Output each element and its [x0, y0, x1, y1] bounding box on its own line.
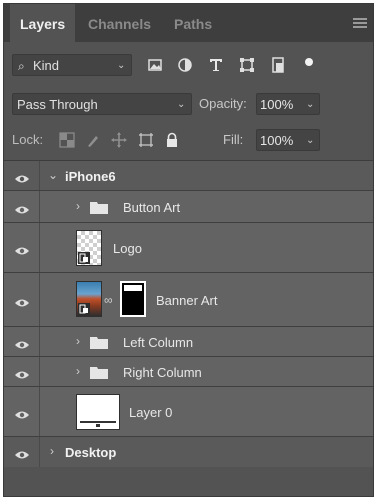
chevron-right-icon[interactable]: › — [76, 334, 80, 348]
layer-name: Button Art — [123, 200, 181, 215]
lock-transparent-pixels-icon[interactable] — [58, 131, 76, 149]
layer-thumbnail — [76, 281, 102, 317]
chevron-down-icon: ⌄ — [306, 99, 315, 110]
chevron-down-icon: ⌄ — [117, 60, 126, 71]
opacity-label: Opacity: — [199, 96, 247, 111]
chevron-down-icon: ⌄ — [177, 99, 186, 110]
smart-object-badge-icon — [78, 303, 90, 315]
tab-channels[interactable]: Channels — [88, 4, 151, 42]
chevron-right-icon[interactable]: › — [76, 199, 80, 213]
shape-filter-icon[interactable] — [236, 54, 258, 76]
layer-name: Right Column — [123, 365, 202, 380]
lock-label: Lock: — [12, 132, 44, 147]
filter-row: ⌕ Kind ⌄ — [12, 52, 367, 80]
smart-object-badge-icon — [78, 252, 90, 264]
lock-all-icon[interactable] — [163, 131, 181, 149]
layer-row-banner-art[interactable]: ∞ Banner Art — [4, 273, 373, 327]
filter-kind-select[interactable]: ⌕ Kind ⌄ — [12, 54, 132, 76]
folder-icon — [90, 336, 108, 349]
layer-row-logo[interactable]: Logo — [4, 223, 373, 273]
eye-icon — [14, 243, 30, 255]
layer-name: Banner Art — [156, 293, 218, 308]
eye-icon — [14, 407, 30, 419]
fill-label: Fill: — [223, 132, 244, 147]
chevron-right-icon[interactable]: › — [76, 364, 80, 378]
tab-layers[interactable]: Layers — [10, 4, 76, 42]
panel-tab-bar: Layers Channels Paths — [4, 4, 373, 42]
link-icon[interactable]: ∞ — [104, 293, 113, 307]
fill-value: 100% — [260, 133, 294, 148]
layer-row-button-art[interactable]: › Button Art — [4, 191, 373, 223]
eye-icon — [14, 295, 30, 307]
layer-row-layer-0[interactable]: Layer 0 — [4, 387, 373, 437]
visibility-toggle[interactable] — [4, 327, 40, 356]
type-filter-icon[interactable] — [205, 54, 227, 76]
layer-mask-thumbnail[interactable] — [120, 281, 146, 317]
visibility-toggle[interactable] — [4, 357, 40, 386]
opacity-value: 100% — [260, 97, 294, 112]
eye-icon — [14, 337, 30, 349]
eye-icon — [14, 202, 30, 214]
visibility-toggle[interactable] — [4, 387, 40, 436]
layer-name: Logo — [113, 241, 142, 256]
visibility-toggle[interactable] — [4, 161, 40, 190]
adjustment-filter-icon[interactable] — [174, 54, 196, 76]
blend-mode-value: Pass Through — [17, 97, 98, 112]
search-icon: ⌕ — [18, 59, 25, 73]
layer-row-right-column[interactable]: › Right Column — [4, 357, 373, 387]
opacity-field[interactable]: 100% ⌄ — [256, 93, 320, 115]
blend-row: Pass Through ⌄ Opacity: 100% ⌄ — [12, 92, 367, 118]
visibility-toggle[interactable] — [4, 191, 40, 222]
filter-toggle-icon[interactable] — [298, 54, 320, 76]
visibility-toggle[interactable] — [4, 223, 40, 272]
panel-menu-icon[interactable] — [353, 18, 367, 28]
layer-name: Desktop — [65, 445, 117, 460]
layer-thumbnail — [76, 394, 120, 430]
filter-kind-label: Kind — [33, 58, 60, 73]
chevron-down-icon[interactable]: ⌄ — [48, 168, 58, 182]
layer-name: Left Column — [123, 335, 194, 350]
image-filter-icon[interactable] — [144, 54, 166, 76]
lock-row: Lock: Fill: 100% ⌄ — [12, 128, 367, 154]
layer-name: Layer 0 — [129, 405, 173, 420]
layer-row-left-column[interactable]: › Left Column — [4, 327, 373, 357]
lock-image-pixels-icon[interactable] — [84, 131, 102, 149]
layers-panel: Layers Channels Paths ⌕ Kind ⌄ Pass Thro… — [3, 3, 374, 497]
tab-paths[interactable]: Paths — [174, 4, 212, 42]
eye-icon — [14, 447, 30, 459]
smart-object-filter-icon[interactable] — [267, 54, 289, 76]
layer-row-iphone6[interactable]: ⌄ iPhone6 — [4, 161, 373, 191]
eye-icon — [14, 367, 30, 379]
folder-icon — [90, 201, 108, 214]
layer-name: iPhone6 — [65, 169, 116, 184]
folder-icon — [90, 366, 108, 379]
layer-thumbnail — [76, 230, 102, 266]
fill-field[interactable]: 100% ⌄ — [256, 129, 320, 151]
blend-mode-select[interactable]: Pass Through ⌄ — [12, 93, 192, 115]
layers-list: ⌄ iPhone6 › Button Art Logo ∞ Banner Art… — [4, 161, 373, 467]
lock-position-icon[interactable] — [110, 131, 128, 149]
visibility-toggle[interactable] — [4, 437, 40, 467]
chevron-right-icon[interactable]: › — [50, 444, 54, 458]
chevron-down-icon: ⌄ — [306, 135, 315, 146]
layer-row-desktop[interactable]: › Desktop — [4, 437, 373, 467]
eye-icon — [14, 171, 30, 183]
visibility-toggle[interactable] — [4, 273, 40, 326]
lock-artboard-icon[interactable] — [137, 131, 155, 149]
